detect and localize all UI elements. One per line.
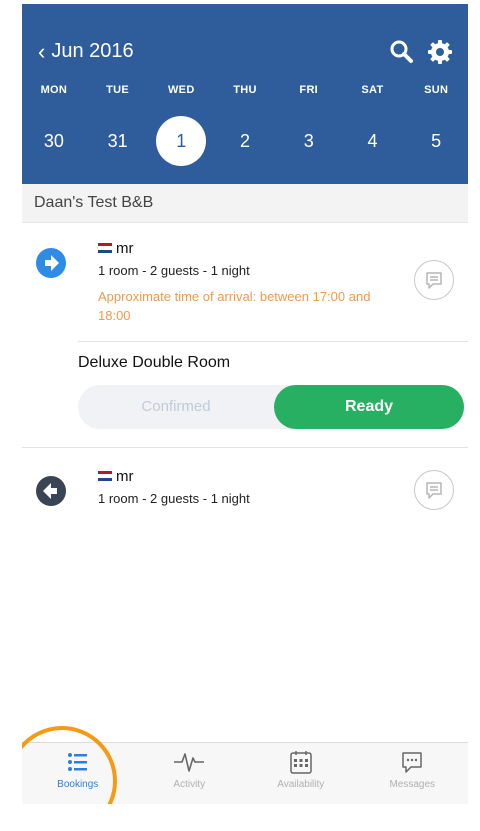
- divider: [22, 447, 468, 448]
- tab-label: Activity: [173, 779, 206, 790]
- status-option-ready[interactable]: Ready: [274, 385, 464, 429]
- chat-bubble-icon: [426, 272, 442, 289]
- chevron-left-icon[interactable]: ‹: [38, 40, 45, 63]
- tab-messages[interactable]: Messages: [357, 743, 469, 804]
- divider: [78, 341, 468, 342]
- tab-availability[interactable]: Availability: [245, 743, 357, 804]
- chat-bubble-icon: [426, 482, 442, 499]
- weekday-label: SUN: [424, 84, 449, 96]
- date-cell-selected[interactable]: 1: [156, 116, 207, 166]
- pulse-icon: [174, 753, 205, 772]
- date-cell[interactable]: 4: [347, 116, 397, 166]
- date-cell[interactable]: 2: [220, 116, 270, 166]
- tab-label: Bookings: [57, 779, 99, 790]
- arrival-time-note: Approximate time of arrival: between 17:…: [98, 289, 371, 323]
- weekday-label: SAT: [361, 84, 384, 96]
- booking-summary: 1 room - 2 guests - 1 night: [98, 263, 250, 278]
- calendar-header: ‹ Jun 2016 MON TUE WED THU FRI SAT SUN 3…: [22, 4, 468, 184]
- list-icon: [67, 753, 87, 771]
- weekday-label: MON: [40, 84, 68, 96]
- date-cell[interactable]: 31: [93, 116, 143, 166]
- tab-label: Availability: [277, 779, 325, 790]
- arrival-arrow-icon: [36, 248, 66, 278]
- month-label: Jun 2016: [51, 40, 134, 62]
- tab-activity[interactable]: Activity: [134, 743, 246, 804]
- netherlands-flag-icon: [98, 471, 112, 482]
- weekday-row: MON TUE WED THU FRI SAT SUN: [22, 84, 468, 96]
- tab-label: Messages: [389, 779, 436, 790]
- app-screen: ‹ Jun 2016 MON TUE WED THU FRI SAT SUN 3…: [22, 4, 468, 804]
- tab-bookings[interactable]: Bookings: [22, 743, 134, 804]
- weekday-label: TUE: [106, 84, 130, 96]
- weekday-label: THU: [233, 84, 257, 96]
- date-cell[interactable]: 30: [29, 116, 79, 166]
- departure-arrow-icon: [36, 476, 66, 506]
- gear-icon[interactable]: [426, 38, 454, 66]
- date-cell[interactable]: 5: [411, 116, 461, 166]
- message-button[interactable]: [414, 260, 454, 300]
- date-row: 30 31 1 2 3 4 5: [22, 116, 468, 166]
- search-icon[interactable]: [388, 38, 416, 66]
- status-option-confirmed[interactable]: Confirmed: [78, 385, 274, 429]
- status-toggle[interactable]: Confirmed Ready: [78, 385, 464, 429]
- date-cell[interactable]: 3: [284, 116, 334, 166]
- chat-icon: [402, 752, 422, 773]
- property-name: Daan's Test B&B: [34, 194, 154, 211]
- tab-bar: Bookings Activity Availability Messages: [22, 742, 468, 804]
- calendar-icon: [290, 751, 312, 774]
- guest-name: mr: [98, 240, 134, 257]
- month-selector[interactable]: ‹ Jun 2016: [38, 40, 134, 63]
- netherlands-flag-icon: [98, 243, 112, 254]
- message-button[interactable]: [414, 470, 454, 510]
- weekday-label: FRI: [299, 84, 319, 96]
- property-section-header: Daan's Test B&B: [22, 184, 468, 223]
- booking-summary: 1 room - 2 guests - 1 night: [98, 491, 250, 506]
- guest-name: mr: [98, 468, 134, 485]
- weekday-label: WED: [168, 84, 195, 96]
- room-type: Deluxe Double Room: [78, 354, 231, 371]
